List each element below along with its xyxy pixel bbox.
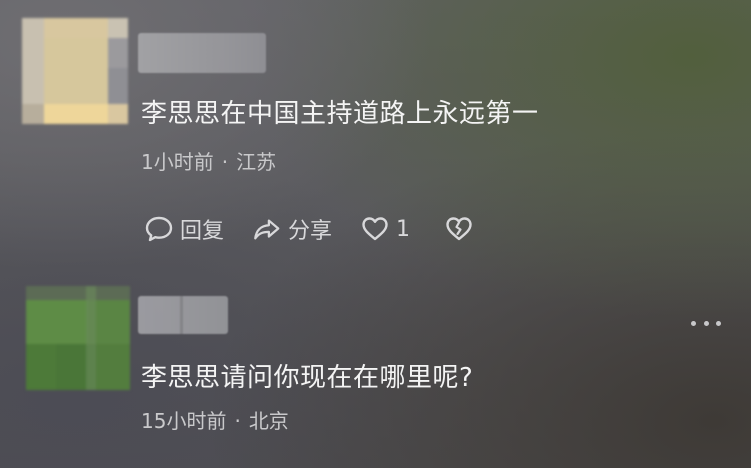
username-blurred[interactable] (138, 33, 266, 73)
avatar[interactable] (26, 286, 130, 390)
reply-button[interactable]: 回复 (144, 213, 224, 245)
share-label: 分享 (288, 219, 333, 244)
comment-bubble-icon (145, 216, 173, 242)
meta-separator: · (221, 150, 229, 174)
dislike-button[interactable] (444, 214, 480, 244)
comment-text: 李思思在中国主持道路上永远第一 (141, 99, 539, 129)
share-button[interactable]: 分享 (252, 213, 332, 245)
comment-location: 江苏 (236, 150, 277, 174)
like-count: 1 (396, 216, 411, 242)
reply-label: 回复 (180, 219, 225, 244)
comment-item: 李思思在中国主持道路上永远第一 1小时前 · 江苏 回复 分享 1 (0, 0, 751, 270)
comment-meta: 15小时前 · 北京 (141, 405, 289, 434)
comment-meta: 1小时前 · 江苏 (141, 146, 276, 175)
comment-actions: 回复 分享 1 (144, 212, 508, 246)
comment-text: 李思思请问你现在在哪里呢? (141, 363, 474, 393)
more-options-button[interactable] (691, 318, 721, 328)
comment-time: 1小时前 (141, 150, 214, 174)
comment-time: 15小时前 (141, 409, 227, 433)
broken-heart-icon (446, 217, 472, 241)
share-arrow-icon (254, 219, 280, 240)
more-dots-icon (691, 320, 696, 326)
username-blurred[interactable] (138, 296, 228, 334)
heart-outline-icon (362, 217, 388, 241)
avatar[interactable] (22, 18, 128, 124)
like-button[interactable]: 1 (360, 214, 410, 244)
meta-separator: · (234, 409, 241, 433)
comment-location: 北京 (248, 409, 289, 433)
